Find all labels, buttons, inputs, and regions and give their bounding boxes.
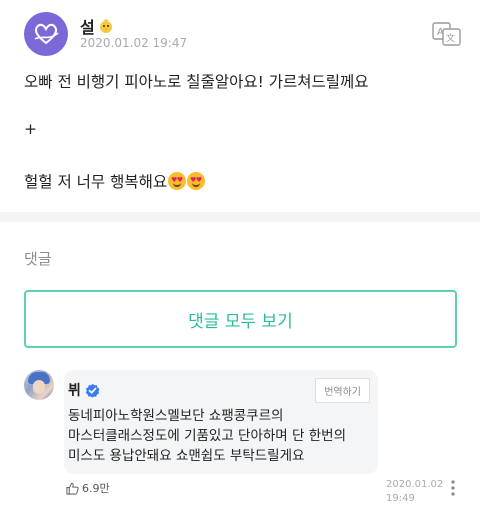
verified-check-icon [85,383,100,398]
comment-date: 2020.01.02 19:49 [386,478,443,506]
post-line-text: 헐헐 저 너무 행복해요 [24,173,168,191]
thumbs-up-icon [66,482,79,495]
comment-line: 동네피아노학원스멜보단 쇼팽콩쿠르의 [68,408,284,424]
post-line-with-emoji: 헐헐 저 너무 행복해요 ♥ ♥ ♥ ♥ [24,170,206,192]
author-avatar[interactable] [24,12,68,56]
commenter-name[interactable]: 뷔 [68,380,81,400]
post-date: 2020.01.02 19:47 [80,36,188,50]
post-line: 오빠 전 비행기 피아노로 칠줄알아요! 가르쳐드릴께요 [24,73,369,91]
comment-text: 동네피아노학원스멜보단 쇼팽콩쿠르의 마스터클래스정도에 기품있고 단아하며 단… [68,406,346,466]
comment-bubble: 뷔 번역하기 동네피아노학원스멜보단 쇼팽콩쿠르의 마스터클래스정도에 기품있고… [64,370,378,474]
more-vertical-icon[interactable] [446,478,460,498]
comment-line: 마스터클래스정도에 기품있고 단아하며 단 한번의 [68,428,346,444]
purple-heart-logo-icon [34,23,59,45]
heart-eyes-emoji-icon: ♥ ♥ [187,172,206,190]
like-count: 6.9만 [82,482,110,495]
author-name[interactable]: 설 [80,14,95,38]
comment-date-day: 2020.01.02 [386,479,444,490]
comment-date-time: 19:49 [386,493,415,504]
post-line: + [24,120,37,138]
comment-line: 미스도 용납안돼요 쇼맨쉽도 부탁드릴게요 [68,448,305,464]
commenter-name-row: 뷔 [68,380,100,400]
heart-eyes-emoji-icon: ♥ ♥ [168,172,187,190]
svg-text:文: 文 [446,32,455,44]
author-name-row: 설 [80,14,114,38]
commenter-avatar[interactable] [24,370,54,400]
comment-translate-button[interactable]: 번역하기 [315,378,370,403]
yellow-chick-icon [99,19,112,33]
translate-icon[interactable]: A 文 [432,22,462,46]
comments-label: 댓글 [24,250,52,268]
post-header: 설 2020.01.02 19:47 A 文 [24,12,464,56]
like-button[interactable]: 6.9만 [66,480,110,496]
view-all-comments-button[interactable]: 댓글 모두 보기 [24,290,457,348]
section-divider [0,212,480,222]
